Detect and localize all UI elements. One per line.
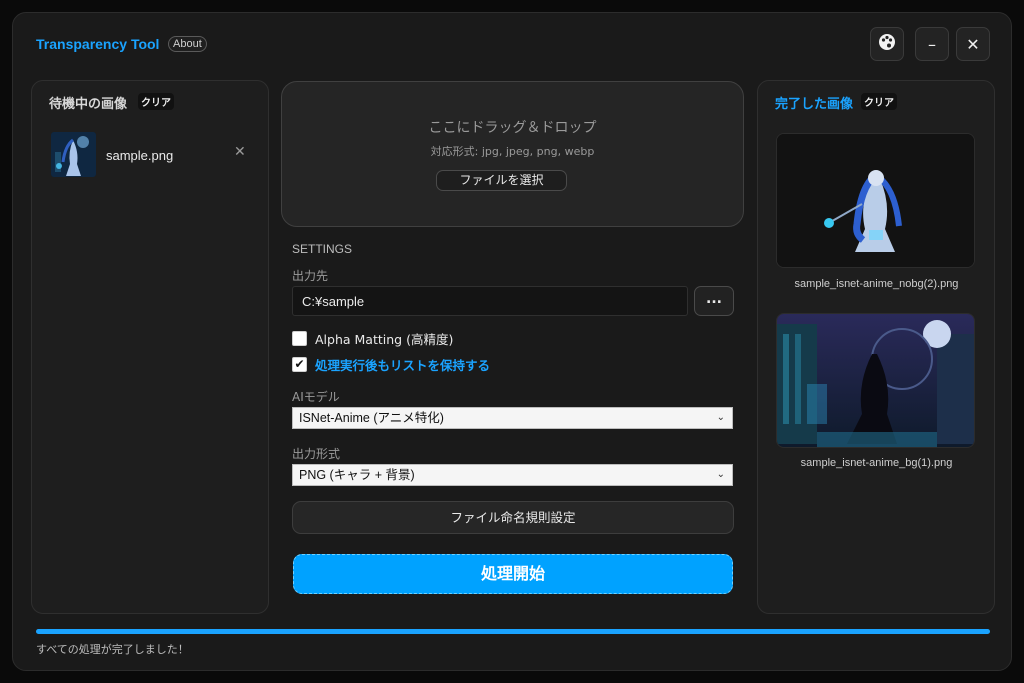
keep-list-label: 処理実行後もリストを保持する [315, 357, 491, 373]
select-file-button[interactable]: ファイルを選択 [436, 170, 567, 191]
close-button[interactable]: ✕ [956, 27, 990, 61]
progress-fill [36, 629, 990, 634]
image-thumbnail [51, 132, 96, 177]
browse-button[interactable]: ... [694, 286, 734, 316]
model-label: AIモデル [292, 390, 340, 404]
chevron-down-icon: ⌄ [716, 469, 725, 480]
start-button[interactable]: 処理開始 [293, 554, 733, 594]
completed-name-2: sample_isnet-anime_bg(1).png [800, 457, 953, 469]
completed-title: 完了した画像 [775, 97, 854, 112]
status-text: すべての処理が完了しました！ [36, 643, 189, 656]
output-dir-input[interactable]: C:¥sample [292, 286, 688, 316]
minimize-button[interactable]: – [915, 27, 949, 61]
app-window: Transparency Tool About – ✕ 待機中の画像 クリア s… [12, 12, 1012, 671]
theme-button[interactable] [870, 27, 904, 61]
minimize-icon: – [928, 34, 936, 54]
remove-item-button[interactable]: ✕ [234, 144, 246, 160]
list-item[interactable]: sample.png ✕ [51, 132, 256, 178]
format-select[interactable]: PNG (キャラ + 背景) ⌄ [292, 464, 733, 486]
about-button[interactable]: About [168, 36, 207, 52]
queue-clear-button[interactable]: クリア [138, 93, 174, 110]
progress-bar [36, 629, 990, 634]
settings-heading: SETTINGS [292, 242, 353, 256]
alpha-matting-checkbox[interactable] [292, 330, 307, 346]
close-icon: ✕ [966, 34, 980, 54]
output-dir-label: 出力先 [292, 269, 329, 283]
app-title: Transparency Tool [36, 36, 160, 52]
chevron-down-icon: ⌄ [716, 412, 725, 423]
supported-formats: 対応形式: jpg, jpeg, png, webp [430, 145, 595, 158]
format-select-value: PNG (キャラ + 背景) [299, 468, 415, 482]
completed-clear-button[interactable]: クリア [861, 93, 897, 110]
queue-panel: 待機中の画像 クリア sample.png ✕ [31, 80, 269, 614]
model-select[interactable]: ISNet-Anime (アニメ特化) ⌄ [292, 407, 733, 429]
completed-image-2[interactable] [776, 313, 975, 448]
palette-icon [878, 33, 896, 55]
completed-name-1: sample_isnet-anime_nobg(2).png [794, 278, 959, 290]
keep-list-option[interactable]: ✔ 処理実行後もリストを保持する [292, 355, 490, 373]
completed-image-1[interactable] [776, 133, 975, 268]
alpha-matting-label: Alpha Matting (高精度) [315, 331, 454, 347]
drop-zone-title: ここにドラッグ＆ドロップ [428, 120, 597, 136]
drop-zone[interactable]: ここにドラッグ＆ドロップ 対応形式: jpg, jpeg, png, webp … [281, 81, 744, 227]
format-label: 出力形式 [292, 447, 341, 461]
naming-rules-button[interactable]: ファイル命名規則設定 [292, 501, 734, 534]
alpha-matting-option[interactable]: Alpha Matting (高精度) [292, 329, 453, 347]
queue-title: 待機中の画像 [49, 97, 128, 112]
keep-list-checkbox[interactable]: ✔ [292, 356, 307, 372]
model-select-value: ISNet-Anime (アニメ特化) [299, 411, 444, 425]
queue-item-name: sample.png [106, 148, 174, 163]
